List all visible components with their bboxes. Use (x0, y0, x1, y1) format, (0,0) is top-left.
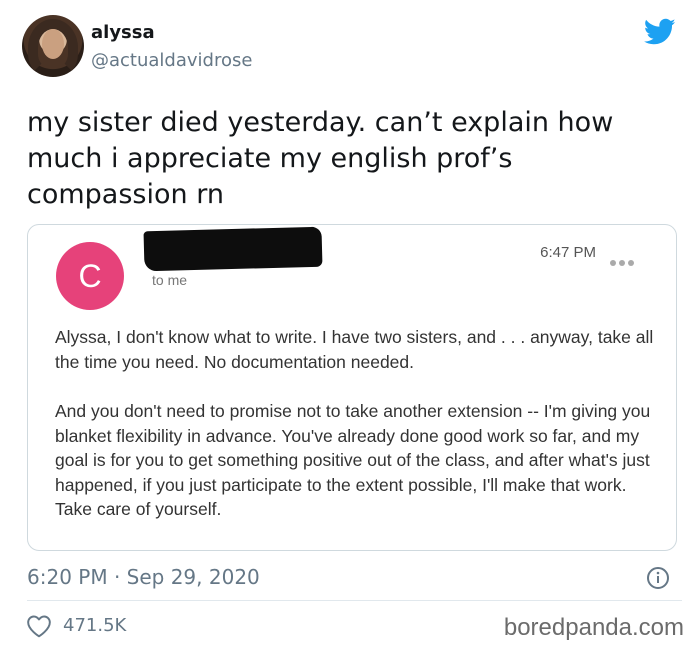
email-time: 6:47 PM (540, 244, 596, 261)
tweet-text: my sister died yesterday. can’t explain … (27, 107, 614, 210)
email-paragraph: And you don't need to promise not to tak… (55, 401, 651, 519)
email-screenshot-card[interactable]: C to me 6:47 PM Alyssa, I don't know wha… (27, 224, 677, 551)
user-display-name[interactable]: alyssa (91, 22, 155, 43)
user-avatar[interactable] (22, 15, 84, 77)
user-handle[interactable]: @actualdavidrose (91, 50, 252, 71)
tweet-timestamp[interactable]: 6:20 PM · Sep 29, 2020 (27, 565, 260, 589)
more-dots-icon (610, 251, 640, 266)
like-count: 471.5K (63, 615, 127, 636)
sender-avatar: C (56, 242, 124, 310)
heart-icon[interactable] (26, 614, 52, 638)
redacted-sender-name (143, 226, 323, 272)
twitter-bird-icon (644, 18, 676, 45)
email-recipient: to me (152, 272, 188, 288)
boredpanda-watermark: boredpanda.com (503, 614, 684, 641)
divider (27, 600, 682, 601)
email-body: Alyssa, I don't know what to write. I ha… (55, 325, 655, 522)
email-paragraph: Alyssa, I don't know what to write. I ha… (55, 327, 654, 372)
info-icon[interactable] (646, 566, 670, 590)
